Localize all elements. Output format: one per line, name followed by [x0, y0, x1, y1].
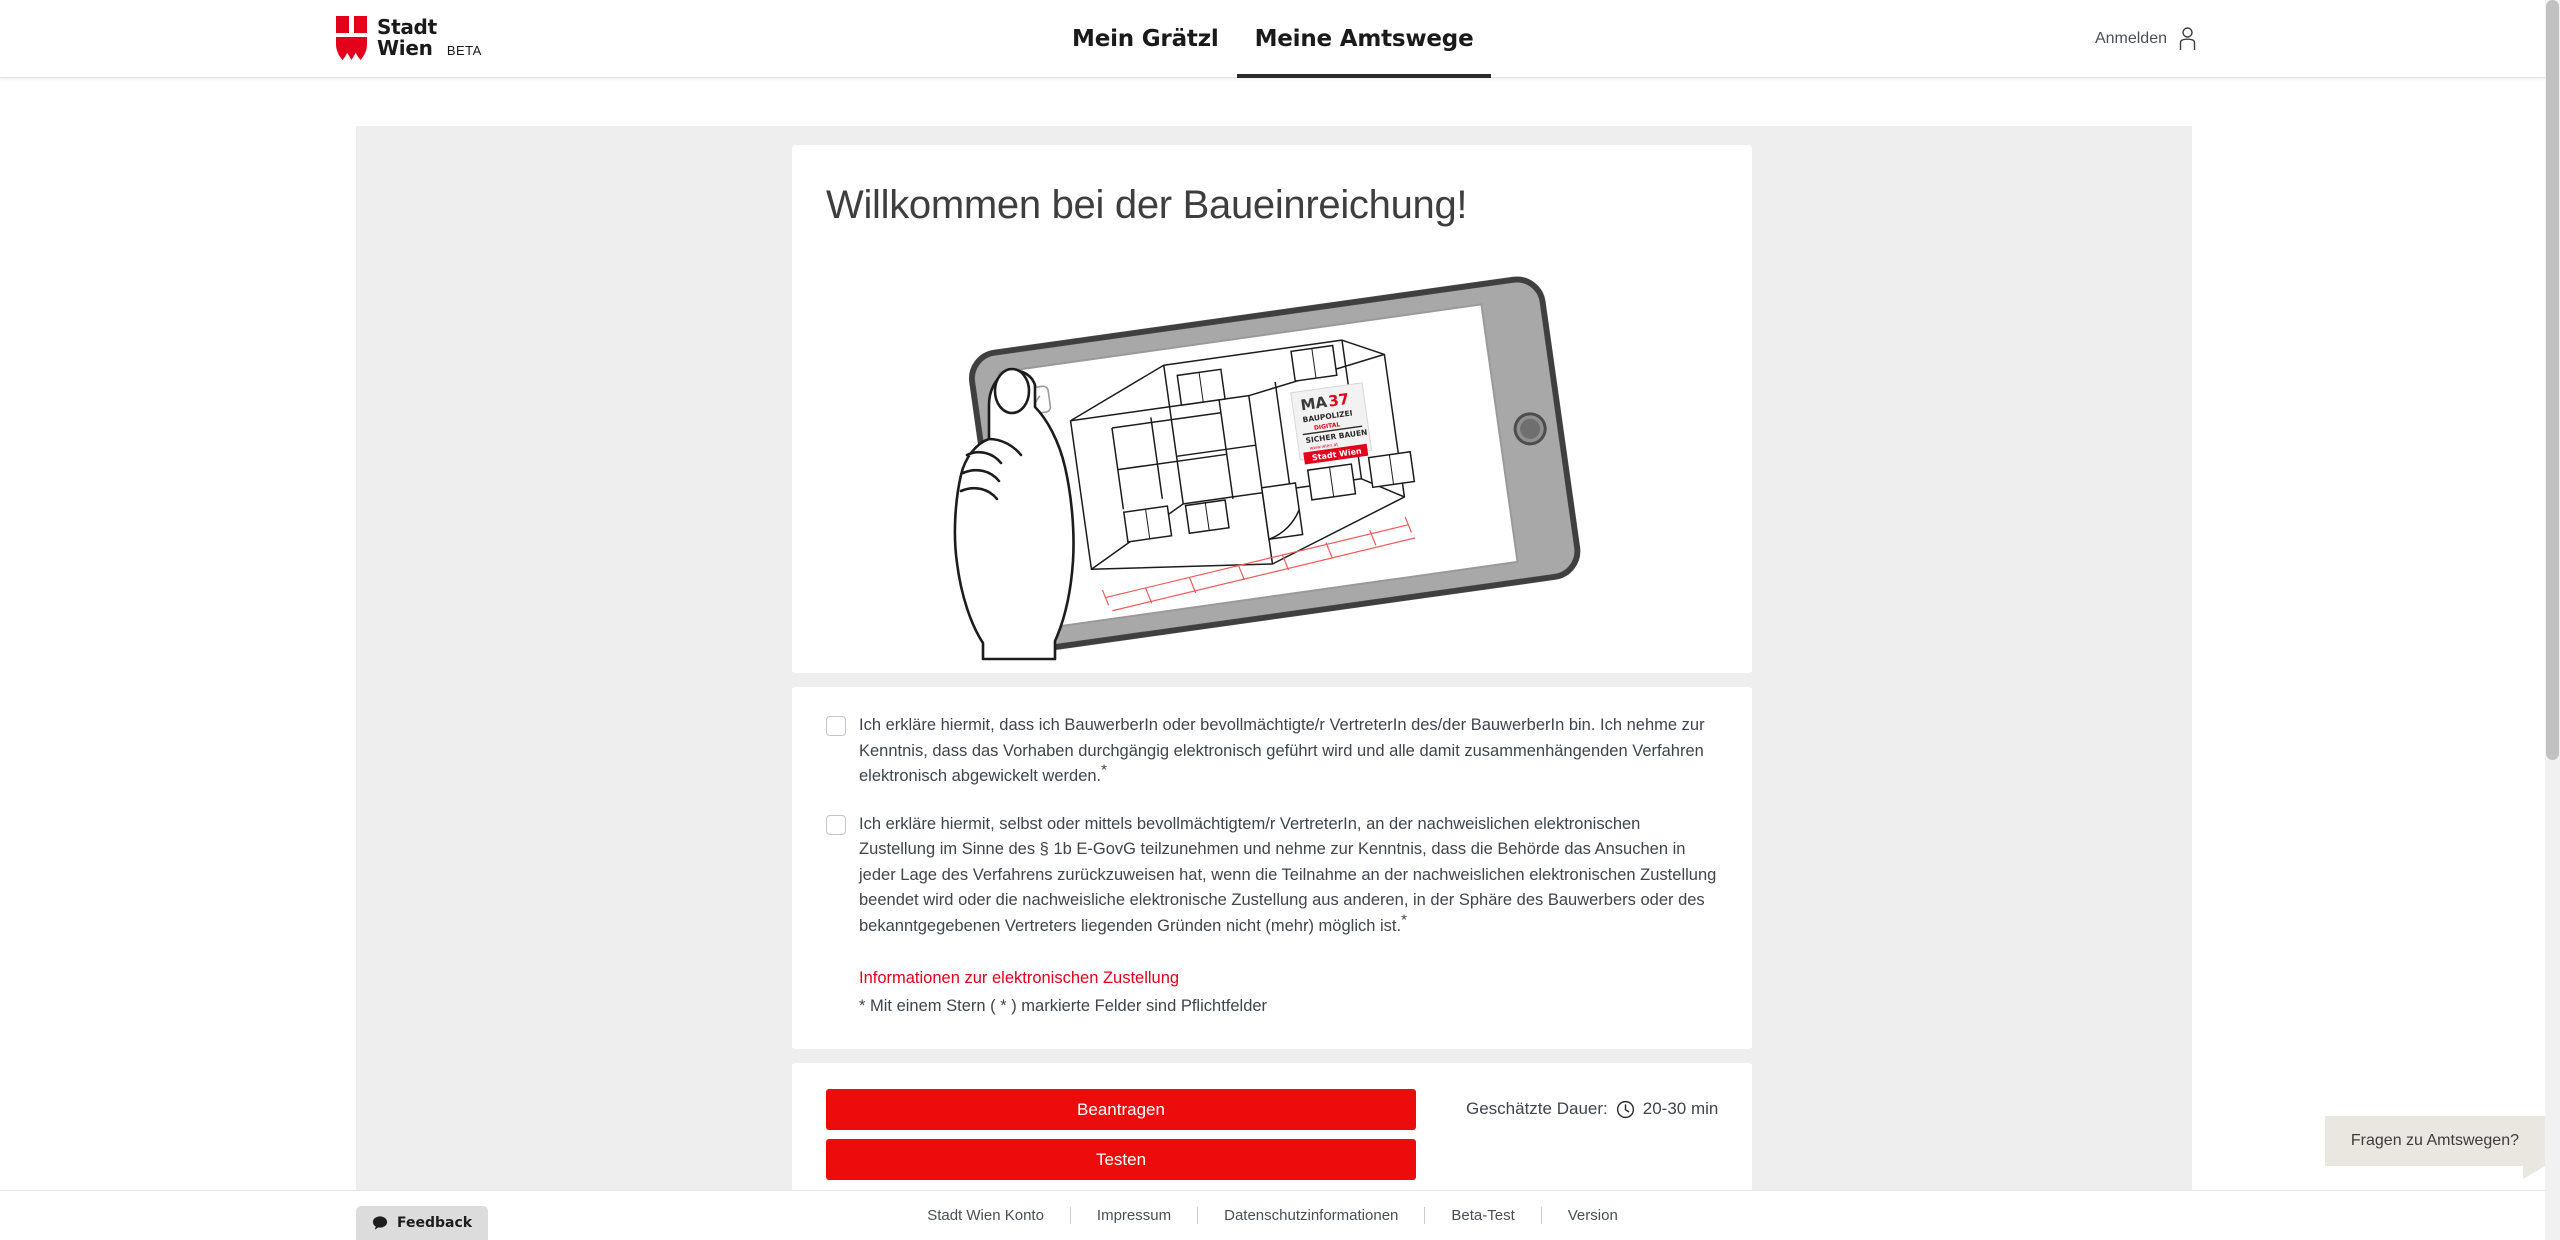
- stadt-wien-shield-icon: [336, 16, 367, 60]
- testen-button[interactable]: Testen: [826, 1139, 1416, 1180]
- declaration-checkbox-1[interactable]: [826, 716, 846, 736]
- person-icon: [2179, 27, 2196, 50]
- declaration-text-1: Ich erkläre hiermit, dass ich BauwerberI…: [859, 716, 1705, 785]
- elektronische-zustellung-info-link[interactable]: Informationen zur elektronischen Zustell…: [859, 965, 1718, 991]
- logo-text-line-1: Stadt: [377, 15, 437, 39]
- declaration-row-1: Ich erkläre hiermit, dass ich BauwerberI…: [826, 713, 1718, 790]
- svg-text:MA: MA: [1299, 393, 1328, 415]
- hero-card: Willkommen bei der Baueinreichung! MA 37…: [792, 145, 1752, 673]
- nav-item-meine-amtswege[interactable]: Meine Amtswege: [1236, 0, 1492, 78]
- card-spacer-2: [792, 1049, 1752, 1063]
- footer-link-impressum[interactable]: Impressum: [1071, 1207, 1197, 1224]
- estimated-duration: Geschätzte Dauer: 20-30 min: [1466, 1099, 1718, 1119]
- chat-widget-label: Fragen zu Amtswegen?: [2350, 1132, 2519, 1149]
- site-header: Stadt Wien BETA Mein Grätzl Meine Amtswe…: [0, 0, 2545, 78]
- page-root: Stadt Wien BETA Mein Grätzl Meine Amtswe…: [0, 0, 2560, 1240]
- login-label: Anmelden: [2094, 30, 2167, 47]
- footer-link-datenschutzinformationen[interactable]: Datenschutzinformationen: [1198, 1207, 1424, 1224]
- required-star-2: *: [1401, 911, 1407, 928]
- chat-widget-prompt[interactable]: Fragen zu Amtswegen?: [2324, 1116, 2546, 1179]
- main-navigation: Mein Grätzl Meine Amtswege: [1054, 0, 1492, 78]
- footer-link-version[interactable]: Version: [1542, 1207, 1644, 1224]
- beantragen-button[interactable]: Beantragen: [826, 1089, 1416, 1130]
- required-fields-note: * Mit einem Stern ( * ) markierte Felder…: [859, 997, 1268, 1015]
- actions-card: Beantragen Testen Geschätzte Dauer: 20-3…: [792, 1063, 1752, 1210]
- declaration-row-2: Ich erkläre hiermit, selbst oder mittels…: [826, 812, 1718, 940]
- action-buttons-group: Beantragen Testen: [826, 1089, 1416, 1180]
- page-title: Willkommen bei der Baueinreichung!: [826, 183, 1468, 227]
- declaration-label-1: Ich erkläre hiermit, dass ich BauwerberI…: [859, 713, 1718, 790]
- card-spacer-1: [792, 673, 1752, 687]
- beta-badge: BETA: [446, 43, 482, 58]
- feedback-tab[interactable]: Feedback: [356, 1206, 489, 1240]
- nav-item-mein-graetzl[interactable]: Mein Grätzl: [1054, 0, 1237, 78]
- declaration-label-2: Ich erkläre hiermit, selbst oder mittels…: [859, 812, 1718, 940]
- page-scrollbar[interactable]: [2545, 0, 2560, 1240]
- hero-illustration: MA 37 BAUPOLIZEI DIGITAL SICHER BAUEN ww…: [826, 243, 1718, 663]
- declaration-text-2: Ich erkläre hiermit, selbst oder mittels…: [859, 814, 1717, 935]
- chat-bubble-icon: [372, 1216, 388, 1230]
- clock-icon: [1616, 1100, 1634, 1118]
- feedback-label: Feedback: [397, 1215, 473, 1231]
- footer-link-beta-test[interactable]: Beta-Test: [1425, 1207, 1540, 1224]
- svg-text:37: 37: [1327, 390, 1350, 411]
- stadt-wien-logo[interactable]: Stadt Wien BETA: [336, 16, 482, 60]
- login-button[interactable]: Anmelden: [2095, 0, 2197, 78]
- declarations-card: Ich erkläre hiermit, dass ich BauwerberI…: [792, 687, 1752, 1049]
- page-scrollbar-thumb[interactable]: [2546, 0, 2559, 760]
- content-column: Willkommen bei der Baueinreichung! MA 37…: [792, 145, 1752, 1210]
- required-star-1: *: [1101, 761, 1107, 779]
- hand-holding-tablet-with-building-plan-illustration: MA 37 BAUPOLIZEI DIGITAL SICHER BAUEN ww…: [953, 276, 1581, 661]
- duration-value: 20-30 min: [1642, 1099, 1719, 1118]
- footer-link-stadt-wien-konto[interactable]: Stadt Wien Konto: [901, 1207, 1070, 1224]
- logo-text-line-2: Wien: [377, 36, 433, 60]
- duration-label: Geschätzte Dauer:: [1466, 1099, 1608, 1118]
- declaration-checkbox-2[interactable]: [826, 814, 846, 835]
- declarations-footer: Informationen zur elektronischen Zustell…: [826, 965, 1718, 1019]
